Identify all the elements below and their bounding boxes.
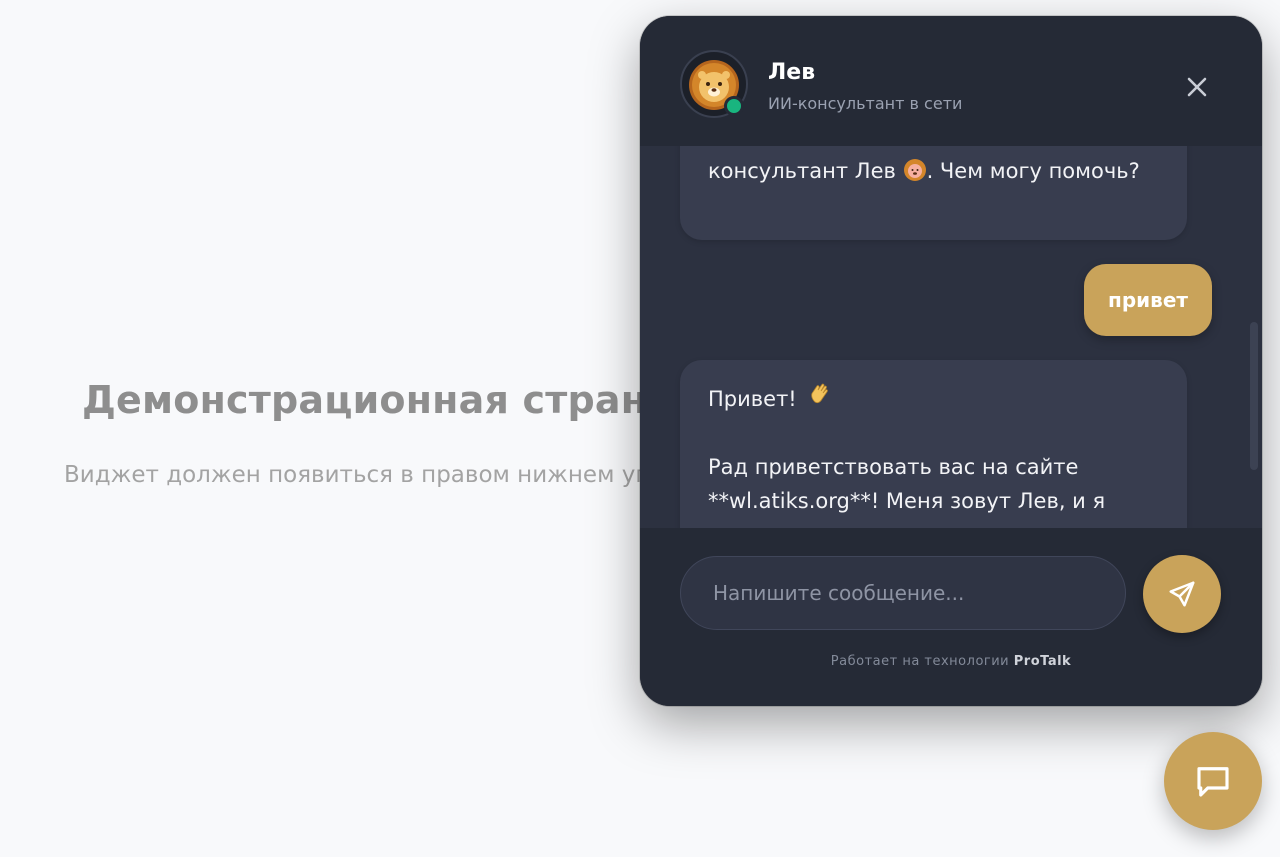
bot-name: Лев xyxy=(768,60,816,85)
user-message: привет xyxy=(1084,264,1212,336)
online-indicator xyxy=(724,96,744,116)
send-icon xyxy=(1169,581,1195,607)
message-input[interactable] xyxy=(680,556,1126,630)
send-button[interactable] xyxy=(1143,555,1221,633)
chat-header: Лев ИИ-консультант в сети xyxy=(640,16,1262,146)
bot-message: Привет! Рад приветствовать вас на сайте … xyxy=(680,360,1187,528)
page-title: Демонстрационная страница xyxy=(82,378,729,422)
powered-brand[interactable]: ProTalk xyxy=(1014,654,1071,669)
close-button[interactable] xyxy=(1180,70,1214,104)
message-list[interactable]: консультант Лев . Чем могу помочь? приве… xyxy=(640,146,1262,528)
message-line: Привет! xyxy=(708,382,1159,416)
message-text: консультант Лев xyxy=(708,159,896,183)
message-line: Рад приветствовать вас на сайте xyxy=(708,455,1079,479)
scrollbar[interactable] xyxy=(1250,322,1258,470)
message-line: **wl.atiks.org**! Меня зовут Лев, и я го… xyxy=(708,489,1106,528)
chat-widget: Лев ИИ-консультант в сети консультант Ле… xyxy=(640,16,1262,706)
powered-by: Работает на технологии ProTalk xyxy=(830,654,1072,669)
page-subtitle: Виджет должен появиться в правом нижнем … xyxy=(64,462,663,488)
chat-launcher-button[interactable] xyxy=(1164,732,1262,830)
lion-emoji-icon xyxy=(903,159,926,181)
composer: Работает на технологии ProTalk xyxy=(640,528,1262,706)
message-text-after: . Чем могу помочь? xyxy=(926,159,1140,183)
bot-status: ИИ-консультант в сети xyxy=(768,94,963,113)
waving-hand-icon xyxy=(811,383,828,404)
bot-message: консультант Лев . Чем могу помочь? xyxy=(680,146,1187,240)
demo-page: Демонстрационная страница Виджет должен … xyxy=(0,0,1280,857)
close-icon xyxy=(1187,77,1207,97)
chat-icon xyxy=(1197,767,1229,797)
